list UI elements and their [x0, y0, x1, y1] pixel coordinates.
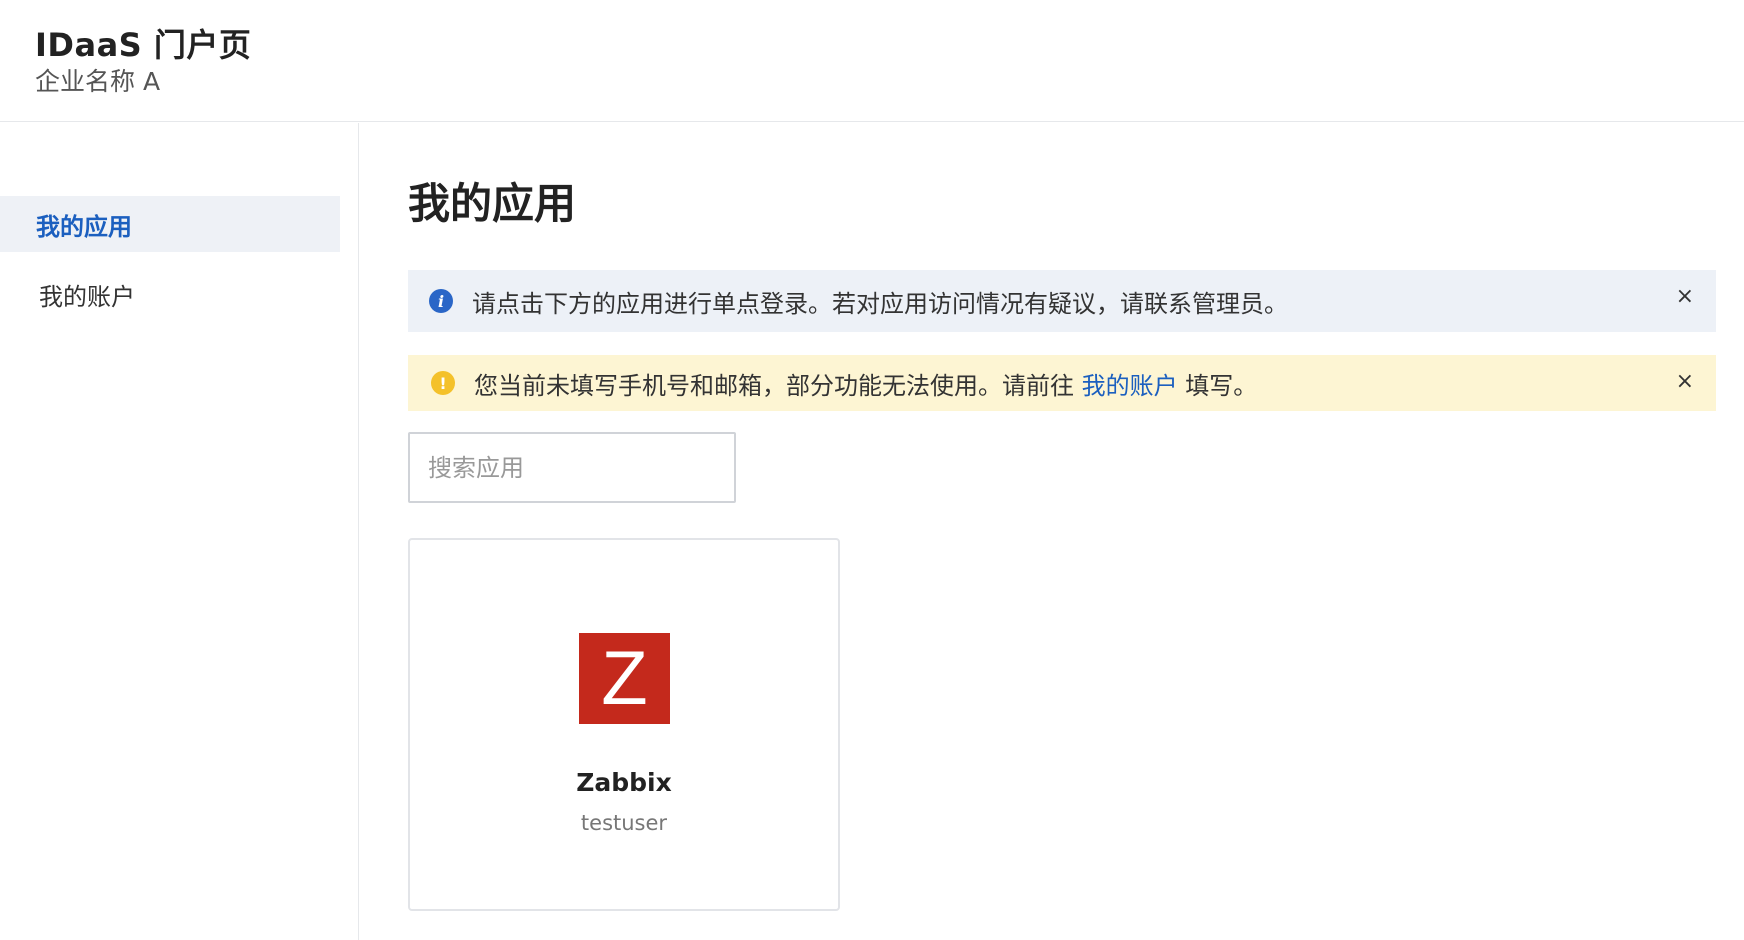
- info-alert-text: 请点击下方的应用进行单点登录。若对应用访问情况有疑议，请联系管理员。: [472, 289, 1288, 318]
- zabbix-logo-icon: Z: [579, 633, 670, 724]
- portal-title: IDaaS 门户页: [35, 26, 252, 64]
- warning-alert-text: 您当前未填写手机号和邮箱，部分功能无法使用。请前往 我的账户 填写。: [474, 366, 1716, 401]
- header: IDaaS 门户页 企业名称 A: [0, 0, 1744, 122]
- info-alert: i 请点击下方的应用进行单点登录。若对应用访问情况有疑议，请联系管理员。 ×: [408, 270, 1716, 332]
- warning-icon: !: [431, 371, 455, 395]
- page-title: 我的应用: [408, 179, 577, 228]
- warning-text-after: 填写。: [1177, 371, 1258, 400]
- close-icon[interactable]: ×: [1676, 371, 1694, 393]
- main-content: 我的应用 i 请点击下方的应用进行单点登录。若对应用访问情况有疑议，请联系管理员…: [408, 123, 1716, 940]
- sidebar-item-my-account[interactable]: 我的账户: [0, 266, 340, 322]
- close-icon[interactable]: ×: [1676, 286, 1694, 308]
- app-card-zabbix[interactable]: Z Zabbix testuser: [408, 538, 840, 911]
- sidebar-item-my-apps[interactable]: 我的应用: [0, 196, 340, 252]
- warning-alert: ! 您当前未填写手机号和邮箱，部分功能无法使用。请前往 我的账户 填写。 ×: [408, 355, 1716, 411]
- my-account-link[interactable]: 我的账户: [1082, 372, 1178, 400]
- app-username: testuser: [580, 811, 668, 835]
- info-icon: i: [429, 289, 453, 313]
- sidebar: 我的应用 我的账户: [0, 123, 359, 940]
- warning-text-before: 您当前未填写手机号和邮箱，部分功能无法使用。请前往: [474, 371, 1082, 400]
- app-name: Zabbix: [576, 768, 672, 797]
- sidebar-item-label: 我的账户: [39, 282, 135, 311]
- search-input[interactable]: [408, 432, 736, 503]
- sidebar-item-label: 我的应用: [36, 212, 132, 241]
- company-name: 企业名称 A: [35, 67, 161, 96]
